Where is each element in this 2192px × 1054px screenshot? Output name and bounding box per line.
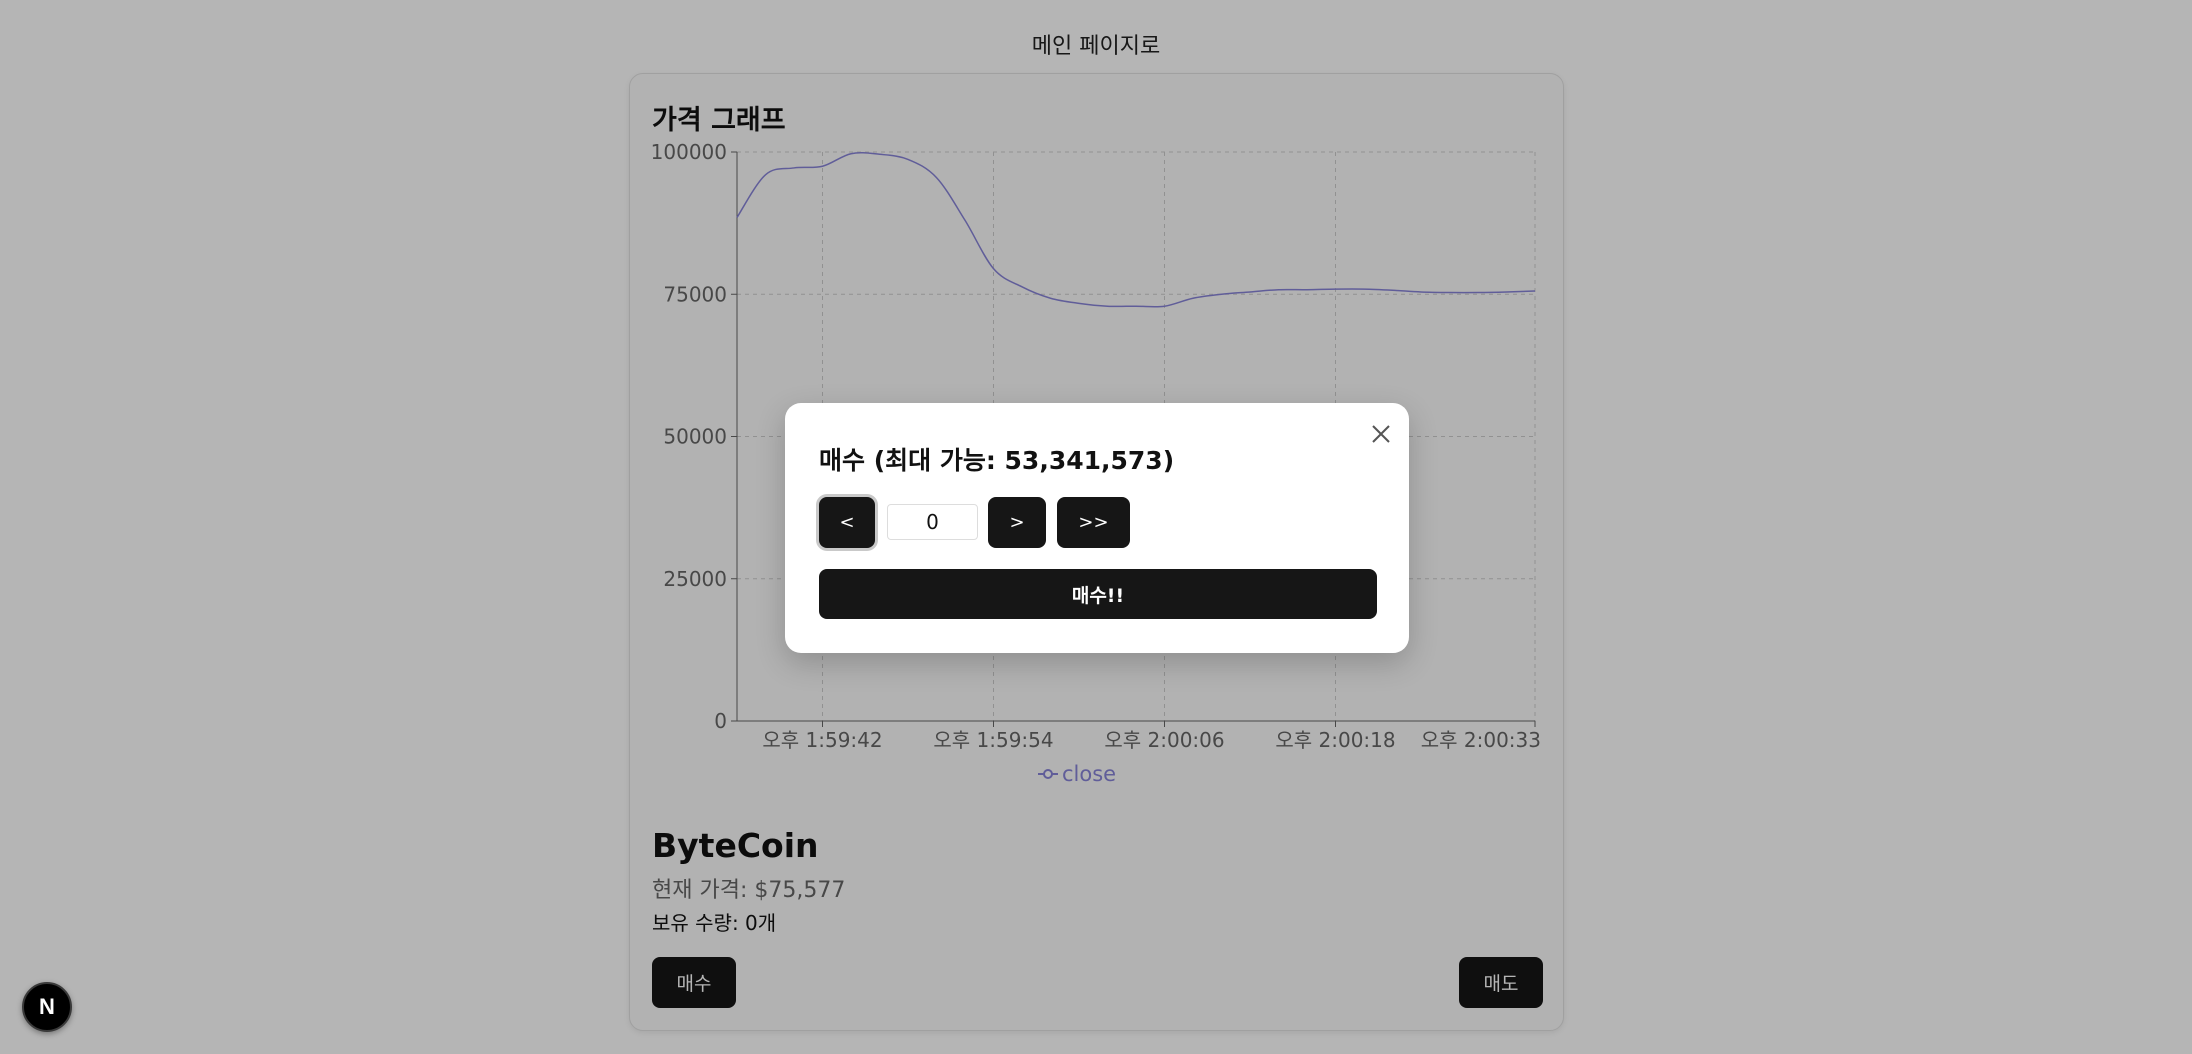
max-increase-button[interactable]: >> [1057, 497, 1130, 548]
increase-button[interactable]: > [988, 497, 1046, 548]
nextjs-dev-badge[interactable]: N [22, 982, 72, 1032]
confirm-buy-button[interactable]: 매수!! [819, 569, 1377, 619]
close-icon[interactable] [1368, 421, 1394, 447]
buy-modal: 매수 (최대 가능: 53,341,573) < > >> 매수!! [785, 403, 1409, 653]
decrease-button[interactable]: < [819, 497, 875, 548]
modal-title: 매수 (최대 가능: 53,341,573) [819, 446, 1175, 475]
quantity-input[interactable] [887, 504, 978, 540]
